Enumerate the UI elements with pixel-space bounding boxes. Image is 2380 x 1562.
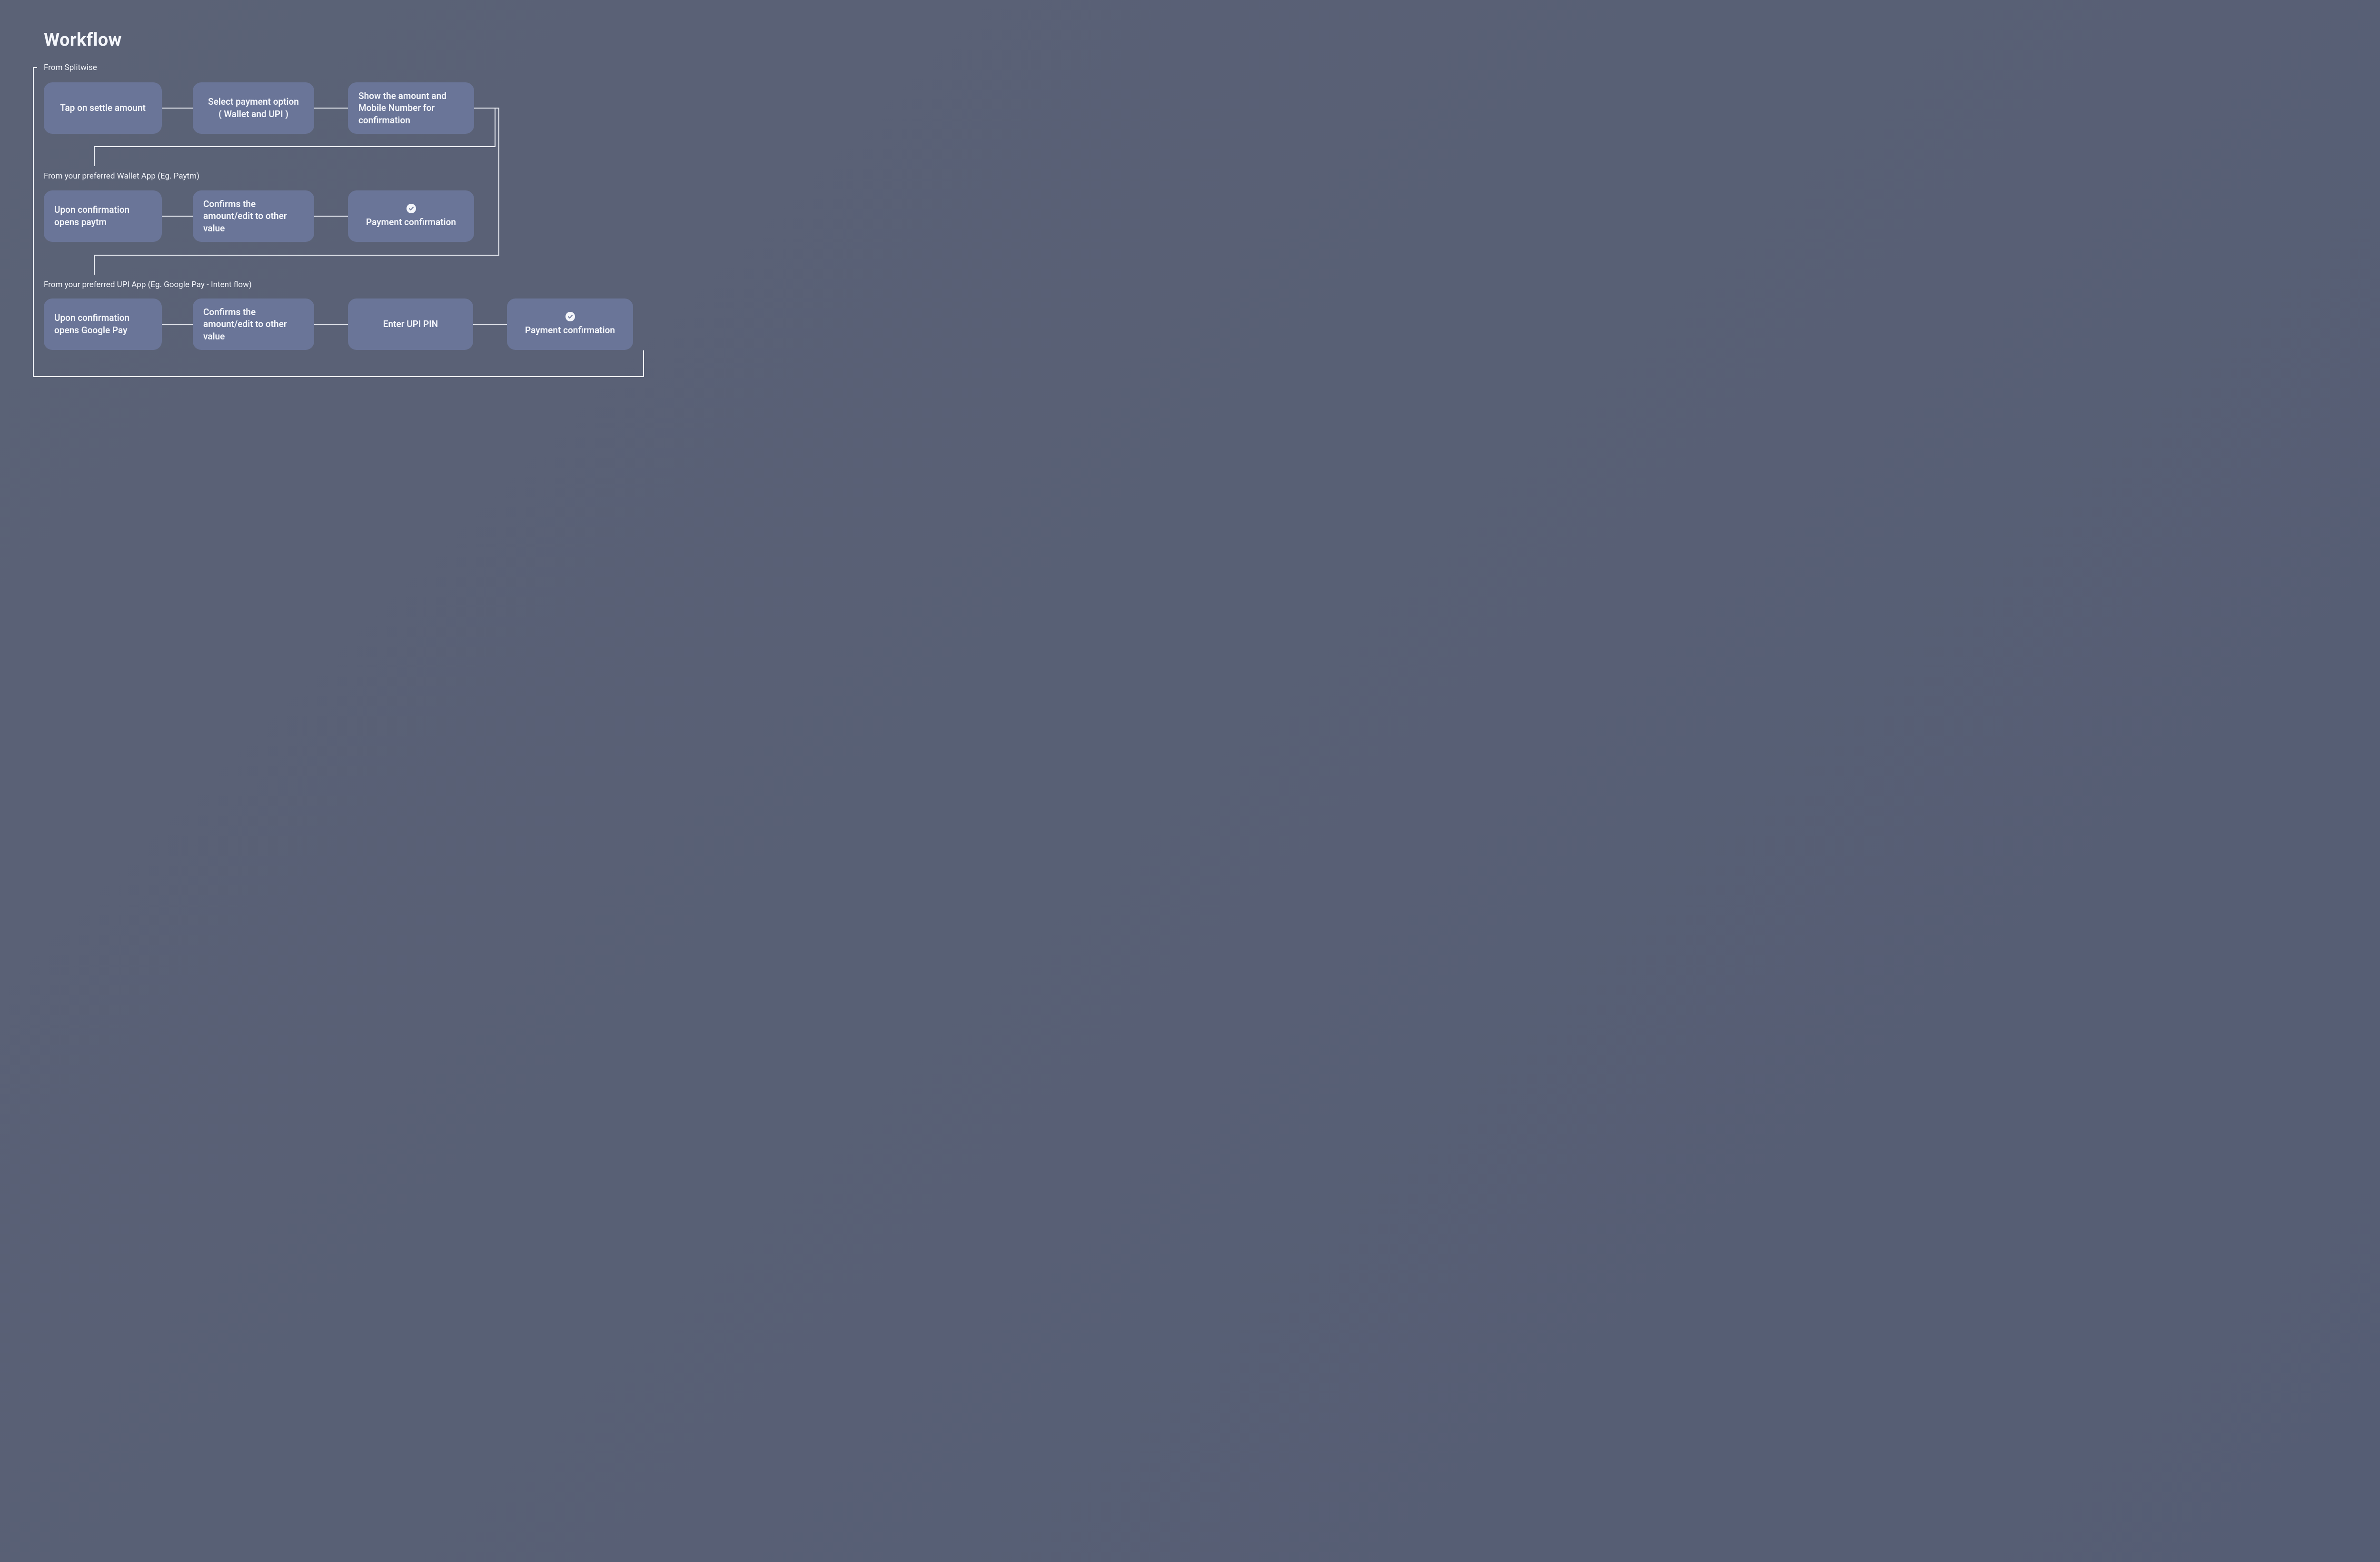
node-show-amount: Show the amount and Mobile Number for co… <box>348 82 474 134</box>
node-text: ( Wallet and UPI ) <box>218 108 288 120</box>
node-text: Tap on settle amount <box>60 102 146 114</box>
node-open-paytm: Upon confirmation opens paytm <box>44 190 162 242</box>
node-select-payment: Select payment option ( Wallet and UPI ) <box>193 82 314 134</box>
group-label-upi: From your preferred UPI App (Eg. Google … <box>44 280 252 289</box>
node-payment-confirm-wallet: Payment confirmation <box>348 190 474 242</box>
node-open-gpay: Upon confirmation opens Google Pay <box>44 298 162 350</box>
group-label-wallet: From your preferred Wallet App (Eg. Payt… <box>44 171 199 181</box>
node-confirm-amount-upi: Confirms the amount/edit to other value <box>193 298 314 350</box>
node-text: Enter UPI PIN <box>383 318 438 330</box>
node-text: Payment confirmation <box>366 216 456 229</box>
workflow-diagram: Workflow From Splitwise Tap on settle am… <box>0 0 685 400</box>
check-circle-icon <box>565 312 575 321</box>
node-text: Confirms the amount/edit to other value <box>203 306 304 343</box>
node-text: Payment confirmation <box>525 324 615 337</box>
node-tap-settle: Tap on settle amount <box>44 82 162 134</box>
check-circle-icon <box>407 204 416 213</box>
node-text: Select payment option <box>208 96 299 108</box>
node-text: Upon confirmation opens Google Pay <box>54 312 151 336</box>
page-title: Workflow <box>44 30 122 50</box>
node-text: Show the amount and Mobile Number for co… <box>358 90 464 127</box>
node-text: Upon confirmation opens paytm <box>54 204 151 228</box>
node-enter-pin: Enter UPI PIN <box>348 298 473 350</box>
node-payment-confirm-upi: Payment confirmation <box>507 298 633 350</box>
node-confirm-amount-wallet: Confirms the amount/edit to other value <box>193 190 314 242</box>
group-label-splitwise: From Splitwise <box>44 63 97 72</box>
node-text: Confirms the amount/edit to other value <box>203 198 304 235</box>
